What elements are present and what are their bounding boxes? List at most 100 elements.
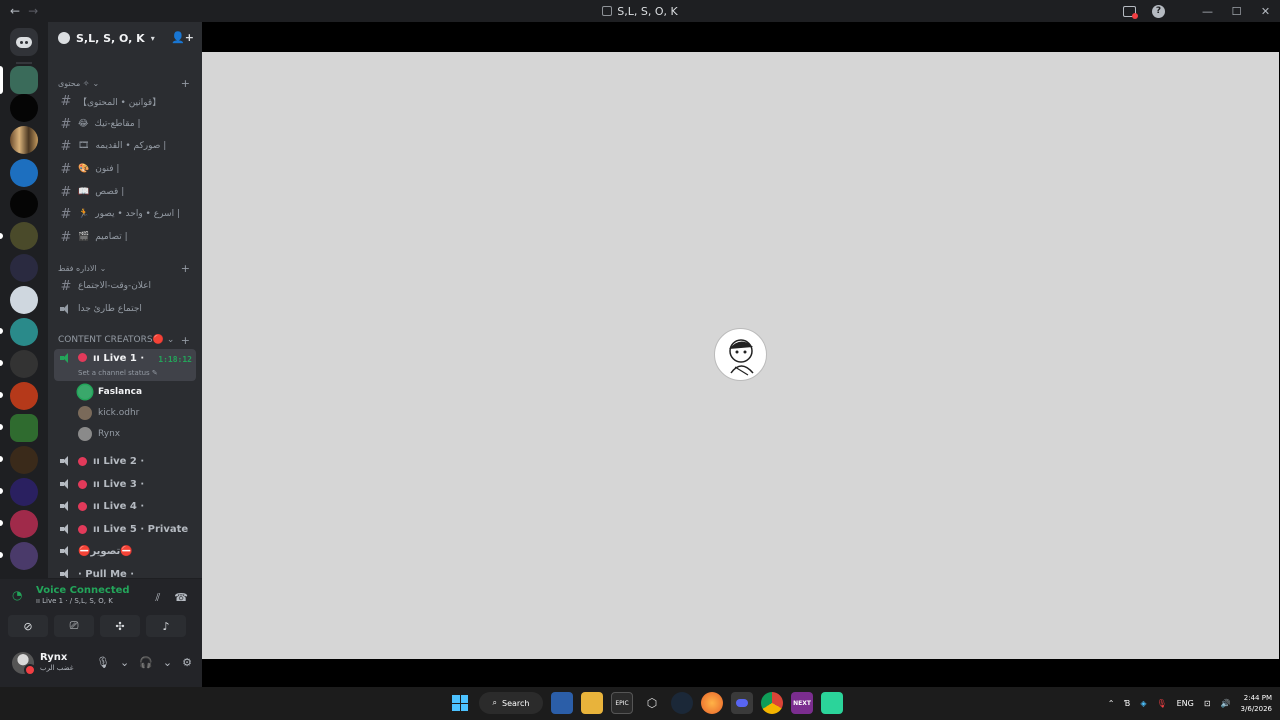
voice-channel[interactable]: ıı Live 4 ·: [54, 496, 196, 516]
inbox-button[interactable]: [1115, 0, 1144, 22]
server-badge-icon: [58, 32, 70, 44]
voice-member[interactable]: Rynx: [78, 425, 120, 443]
user-name[interactable]: Rynx: [40, 652, 67, 663]
chevron-down-icon[interactable]: ⌄: [163, 656, 172, 669]
channel-emoji: 📖: [78, 187, 90, 197]
tray-app-icon[interactable]: Ɓ: [1124, 699, 1130, 708]
server-header[interactable]: S,L, S, O, K ▾ 👤+: [48, 22, 202, 54]
microphone-icon[interactable]: 🎙: [96, 656, 110, 669]
steam-icon[interactable]: [671, 692, 693, 714]
server-icon[interactable]: [10, 318, 38, 346]
text-channel[interactable]: # 📖 قصص |: [54, 182, 196, 202]
text-channel[interactable]: # 😂 مقاطع-تيك |: [54, 114, 196, 134]
server-icon[interactable]: [10, 222, 38, 250]
window-controls: ? — ☐ ✕: [1115, 0, 1280, 22]
server-icon[interactable]: [10, 159, 38, 187]
server-icon[interactable]: [10, 510, 38, 538]
help-button[interactable]: ?: [1144, 0, 1173, 22]
voice-channel[interactable]: ıı Live 5 · Private: [54, 519, 196, 539]
chevron-up-icon[interactable]: ⌃: [1108, 699, 1115, 708]
title-bar: ← → S,L, S, O, K ? — ☐ ✕: [0, 0, 1280, 22]
category-content-creators[interactable]: CONTENT CREATORS🔴 ⌄ +: [48, 333, 202, 347]
camera-button[interactable]: ⊘: [8, 615, 48, 637]
headphones-icon[interactable]: 🎧: [139, 656, 153, 669]
activities-button[interactable]: ✣: [100, 615, 140, 637]
app-icon[interactable]: [821, 692, 843, 714]
avatar[interactable]: [12, 652, 36, 676]
search-label: Search: [502, 698, 530, 708]
discord-icon[interactable]: [731, 692, 753, 714]
minimize-button[interactable]: —: [1193, 0, 1222, 22]
channel-emoji: 🎨: [78, 164, 90, 174]
noise-suppression-icon[interactable]: ⫽: [155, 591, 160, 605]
chrome-icon[interactable]: [761, 692, 783, 714]
home-button[interactable]: [10, 28, 38, 56]
server-icon[interactable]: [10, 350, 38, 378]
soundboard-button[interactable]: ♪: [146, 615, 186, 637]
settings-gear-icon[interactable]: ⚙: [182, 656, 192, 669]
add-channel-icon[interactable]: +: [181, 334, 190, 347]
epic-games-icon[interactable]: EPIC: [611, 692, 633, 714]
server-icon[interactable]: [10, 542, 38, 570]
channel-name: ıı Live 4 ·: [93, 500, 145, 512]
store-icon[interactable]: [551, 692, 573, 714]
voice-member[interactable]: Faslanca: [78, 383, 142, 401]
invite-people-icon[interactable]: 👤+: [171, 31, 194, 44]
close-button[interactable]: ✕: [1251, 0, 1280, 22]
add-channel-icon[interactable]: +: [181, 77, 190, 90]
server-icon[interactable]: [10, 382, 38, 410]
hash-icon: #: [60, 184, 72, 200]
voice-channel[interactable]: · Pull Me ·: [54, 564, 196, 578]
text-channel[interactable]: # 🎞 صوركم • القديمه |: [54, 136, 196, 156]
server-icon[interactable]: [10, 414, 38, 442]
network-icon[interactable]: ⊡: [1204, 699, 1211, 708]
voice-status[interactable]: ◔ Voice Connected ıı Live 1 · / S,L, S, …: [12, 585, 130, 605]
text-channel[interactable]: # 🏃 اسرع • واحد • يصور |: [54, 204, 196, 224]
server-icon[interactable]: [10, 446, 38, 474]
voice-member[interactable]: kick.odhr: [78, 404, 139, 422]
clock[interactable]: 2:44 PM 3/6/2026: [1241, 693, 1272, 715]
voice-channel[interactable]: ⛔تصوير⛔: [54, 541, 196, 561]
camera-off-icon: ⊘: [23, 619, 33, 633]
text-channel[interactable]: # اعلان-وقت-الاجتماع: [54, 276, 196, 296]
forward-icon[interactable]: →: [28, 4, 38, 18]
chevron-down-icon[interactable]: ⌄: [120, 656, 129, 669]
voice-channel[interactable]: ıı Live 2 ·: [54, 451, 196, 471]
server-icon[interactable]: [10, 478, 38, 506]
server-icon[interactable]: [10, 190, 38, 218]
voice-channel-live-1[interactable]: ıı Live 1 · 1:18:12 Set a channel status…: [54, 349, 196, 381]
microphone-in-use-icon[interactable]: 🎙: [1156, 699, 1166, 708]
server-icon[interactable]: [10, 94, 38, 122]
speaker-avatar[interactable]: [714, 328, 767, 381]
server-icon-current[interactable]: [10, 66, 38, 94]
channel-emoji: 😂: [78, 119, 89, 129]
volume-icon[interactable]: 🔊: [1221, 699, 1231, 708]
server-icon[interactable]: [10, 254, 38, 282]
server-icon[interactable]: [10, 286, 38, 314]
taskbar-search[interactable]: ⌕ Search: [479, 692, 543, 714]
voice-channel[interactable]: اجتماع طارئ جدا: [54, 299, 196, 319]
server-icon[interactable]: [10, 126, 38, 154]
file-explorer-icon[interactable]: [581, 692, 603, 714]
unity-icon[interactable]: ⬡: [641, 692, 663, 714]
activities-icon: ✣: [115, 619, 125, 633]
category-content[interactable]: محتوى ✧ ⌄ +: [48, 76, 202, 90]
tray-app-icon[interactable]: ◈: [1140, 699, 1146, 708]
firefox-icon[interactable]: [701, 692, 723, 714]
text-channel[interactable]: # 🎨 فنون |: [54, 159, 196, 179]
set-channel-status[interactable]: Set a channel status ✎: [78, 369, 158, 377]
next-app-icon[interactable]: NEXT: [791, 692, 813, 714]
call-footer: [202, 659, 1280, 687]
add-channel-icon[interactable]: +: [181, 262, 190, 275]
chevron-down-icon: ⌄: [92, 78, 100, 88]
voice-channel[interactable]: ıı Live 3 ·: [54, 474, 196, 494]
screen-share-button[interactable]: ⎚: [54, 615, 94, 637]
category-admin[interactable]: الاداره فقط ⌄ +: [48, 261, 202, 275]
maximize-button[interactable]: ☐: [1222, 0, 1251, 22]
language-indicator[interactable]: ENG: [1177, 699, 1194, 708]
text-channel[interactable]: # 【قوانين • المحتوى】: [54, 91, 196, 111]
back-icon[interactable]: ←: [10, 4, 20, 18]
disconnect-icon[interactable]: ☎: [174, 591, 188, 605]
start-button[interactable]: [449, 692, 471, 714]
text-channel[interactable]: # 🎬 تصاميم |: [54, 227, 196, 247]
